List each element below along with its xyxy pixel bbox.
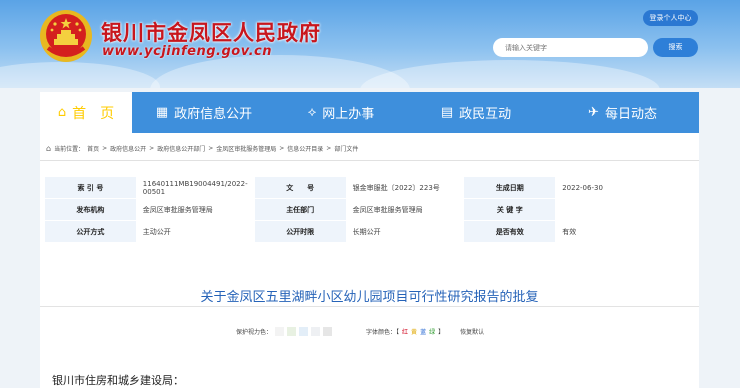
breadcrumb-link[interactable]: 部门文件 bbox=[334, 144, 358, 153]
breadcrumb-link[interactable]: 信息公开目录 bbox=[287, 144, 323, 153]
eye-care-swatch[interactable] bbox=[311, 327, 321, 336]
nav-item-label: 政府信息公开 bbox=[174, 107, 253, 122]
document-salutation: 银川市住房和城乡建设局： bbox=[52, 374, 184, 387]
eye-care-swatch[interactable] bbox=[299, 327, 309, 336]
search-button[interactable]: 搜索 bbox=[653, 38, 698, 57]
date-value: 2022-06-30 bbox=[555, 176, 689, 199]
font-color-blue-option[interactable]: 蓝 bbox=[420, 327, 426, 336]
title-divider bbox=[40, 306, 699, 307]
eye-care-swatch[interactable] bbox=[323, 327, 333, 336]
handshake-icon: ⟡ bbox=[307, 105, 317, 120]
mode-value: 主动公开 bbox=[135, 220, 255, 243]
nav-item-interaction[interactable]: ▤ 政民互动 bbox=[406, 92, 546, 133]
keyword-value bbox=[555, 198, 689, 221]
valid-value: 有效 bbox=[555, 220, 689, 243]
header-cloud bbox=[360, 60, 660, 88]
nav-item-label: 网上办事 bbox=[322, 107, 375, 122]
font-color-red-option[interactable]: 红 bbox=[402, 327, 408, 336]
doc-no-label: 文 号 bbox=[253, 176, 347, 199]
restore-default-button[interactable]: 恢复默认 bbox=[460, 327, 484, 336]
breadcrumb-separator: > bbox=[102, 145, 108, 152]
building-icon: ▦ bbox=[155, 105, 169, 120]
national-emblem-icon bbox=[40, 10, 92, 62]
nav-item-gov-info[interactable]: ▦ 政府信息公开 bbox=[132, 92, 276, 133]
keyword-label: 关 键 字 bbox=[463, 198, 557, 221]
breadcrumb-link[interactable]: 首页 bbox=[87, 144, 99, 153]
period-label: 公开时限 bbox=[253, 220, 347, 243]
content-panel: ⌂ 当前位置： 首页 > 政府信息公开 > 政府信息公开部门 > 金凤区审批服务… bbox=[40, 133, 699, 388]
breadcrumb-link[interactable]: 金凤区审批服务管理局 bbox=[216, 144, 276, 153]
table-row: 发布机构 金凤区审批服务管理局 主任部门 金凤区审批服务管理局 关 键 字 bbox=[44, 198, 689, 221]
main-nav: ⌂ 首 页 ▦ 政府信息公开 ⟡ 网上办事 ▤ 政民互动 ✈ 每日动态 bbox=[40, 92, 699, 133]
nav-item-label: 首 页 bbox=[72, 105, 115, 122]
nav-item-daily-news[interactable]: ✈ 每日动态 bbox=[546, 92, 699, 133]
login-button[interactable]: 登录个人中心 bbox=[643, 10, 698, 26]
eye-care-swatch[interactable] bbox=[287, 327, 297, 336]
eye-care-swatch[interactable] bbox=[275, 327, 285, 336]
site-url: www.ycjinfeng.gov.cn bbox=[102, 44, 273, 59]
breadcrumb-prefix: 当前位置： bbox=[54, 146, 85, 153]
breadcrumb: ⌂ 当前位置： 首页 > 政府信息公开 > 政府信息公开部门 > 金凤区审批服务… bbox=[46, 144, 358, 153]
chat-icon: ▤ bbox=[440, 105, 454, 120]
breadcrumb-link[interactable]: 政府信息公开部门 bbox=[157, 144, 205, 153]
megaphone-icon: ✈ bbox=[588, 105, 599, 120]
document-title: 关于金凤区五里湖畔小区幼儿园项目可行性研究报告的批复 bbox=[200, 290, 539, 305]
font-color-label: 字体颜色：【 bbox=[366, 329, 400, 336]
nav-item-label: 政民互动 bbox=[459, 107, 512, 122]
breadcrumb-separator: > bbox=[326, 145, 332, 152]
breadcrumb-separator: > bbox=[279, 145, 285, 152]
doc-no-value: 银金审服批〔2022〕223号 bbox=[345, 176, 465, 199]
reading-tools: 保护视力色： 字体颜色：【 红 黄 蓝 绿 】 恢复默认 bbox=[236, 327, 484, 336]
search-input[interactable] bbox=[493, 38, 648, 57]
nav-item-label: 每日动态 bbox=[604, 107, 657, 122]
site-header: 银川市金凤区人民政府 www.ycjinfeng.gov.cn 登录个人中心 搜… bbox=[0, 0, 740, 88]
table-row: 公开方式 主动公开 公开时限 长期公开 是否有效 有效 bbox=[44, 220, 689, 243]
issuer-value: 金凤区审批服务管理局 bbox=[135, 198, 255, 221]
breadcrumb-link[interactable]: 政府信息公开 bbox=[110, 144, 146, 153]
issuer-label: 发布机构 bbox=[44, 198, 137, 221]
breadcrumb-separator: > bbox=[149, 145, 155, 152]
table-row: 索 引 号 11640111MB19004491/2022-00501 文 号 … bbox=[44, 176, 689, 199]
header-cloud bbox=[0, 62, 160, 88]
period-value: 长期公开 bbox=[345, 220, 465, 243]
nav-item-home[interactable]: ⌂ 首 页 bbox=[40, 92, 132, 133]
eye-care-label: 保护视力色： bbox=[236, 329, 273, 336]
index-value: 11640111MB19004491/2022-00501 bbox=[135, 176, 255, 199]
nav-item-online-service[interactable]: ⟡ 网上办事 bbox=[276, 92, 406, 133]
font-color-close-bracket: 】 bbox=[438, 329, 445, 336]
home-icon: ⌂ bbox=[57, 105, 67, 120]
font-color-yellow-option[interactable]: 黄 bbox=[411, 327, 417, 336]
theme-value: 金凤区审批服务管理局 bbox=[345, 198, 465, 221]
home-icon: ⌂ bbox=[46, 144, 52, 153]
document-meta-table: 索 引 号 11640111MB19004491/2022-00501 文 号 … bbox=[44, 176, 689, 243]
breadcrumb-separator: > bbox=[208, 145, 214, 152]
valid-label: 是否有效 bbox=[463, 220, 557, 243]
mode-label: 公开方式 bbox=[44, 220, 137, 243]
site-name[interactable]: 银川市金凤区人民政府 bbox=[101, 17, 321, 47]
breadcrumb-divider bbox=[40, 160, 699, 161]
font-color-green-option[interactable]: 绿 bbox=[429, 327, 435, 336]
index-label: 索 引 号 bbox=[44, 176, 137, 199]
theme-label: 主任部门 bbox=[253, 198, 347, 221]
date-label: 生成日期 bbox=[463, 176, 557, 199]
